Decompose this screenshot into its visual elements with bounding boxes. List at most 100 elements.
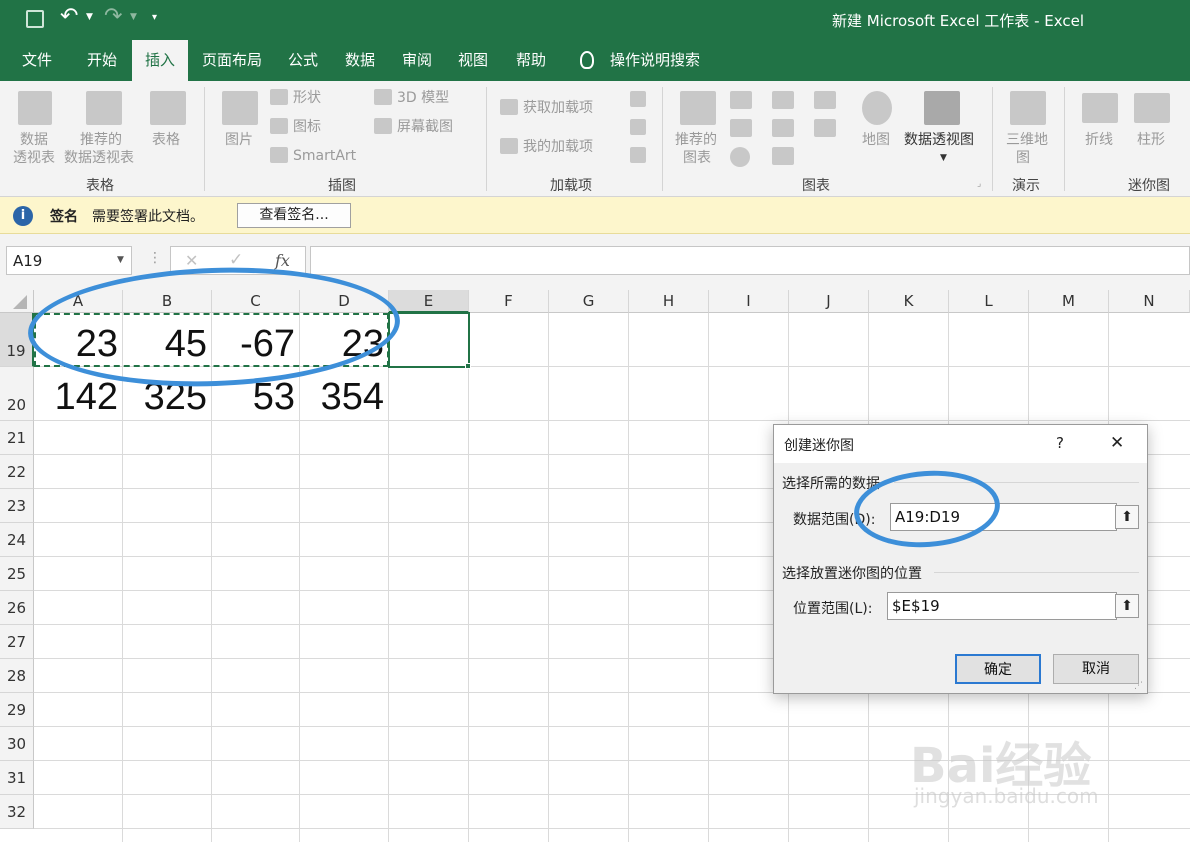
people-graph-icon[interactable] — [630, 147, 646, 163]
model-3d-button[interactable]: 3D 模型 — [397, 89, 449, 107]
screenshot-button[interactable]: 屏幕截图 — [397, 118, 453, 136]
row-header-27[interactable]: 27 — [0, 625, 34, 659]
pivot-chart-dropdown-icon[interactable]: ▼ — [940, 153, 947, 163]
column-header-g[interactable]: G — [549, 290, 629, 313]
sparkline-column-button[interactable]: 柱形 — [1137, 131, 1165, 149]
waterfall-chart-icon[interactable] — [814, 91, 836, 109]
cancel-icon[interactable]: ✕ — [185, 251, 198, 270]
sparkline-line-icon — [1082, 93, 1118, 123]
visio-icon[interactable] — [630, 91, 646, 107]
column-header-n[interactable]: N — [1109, 290, 1190, 313]
map-3d-button-line2[interactable]: 图 — [1016, 149, 1030, 167]
column-header-i[interactable]: I — [709, 290, 789, 313]
table-button[interactable]: 表格 — [152, 131, 180, 149]
map-chart-button[interactable]: 地图 — [862, 131, 890, 149]
column-header-e[interactable]: E — [389, 290, 469, 313]
view-signatures-button[interactable]: 查看签名... — [237, 203, 351, 228]
column-chart-icon[interactable] — [730, 91, 752, 109]
tab-review[interactable]: 审阅 — [402, 40, 432, 81]
my-addins-button[interactable]: 我的加载项 — [523, 138, 593, 156]
line-chart-icon[interactable] — [730, 119, 752, 137]
scatter-chart-icon[interactable] — [772, 147, 794, 165]
message-bar: i 签名 需要签署此文档。 查看签名... — [0, 197, 1190, 234]
fill-handle[interactable] — [465, 363, 471, 369]
column-header-l[interactable]: L — [949, 290, 1029, 313]
combo-chart-icon[interactable] — [814, 119, 836, 137]
recommended-charts-button-line2[interactable]: 图表 — [683, 149, 711, 167]
recommended-pivot-button[interactable]: 推荐的 — [80, 131, 122, 149]
pivot-table-button-line2[interactable]: 透视表 — [13, 149, 55, 167]
column-header-m[interactable]: M — [1029, 290, 1109, 313]
undo-icon[interactable]: ↶ — [60, 4, 78, 29]
cancel-button[interactable]: 取消 — [1053, 654, 1139, 684]
row-header-21[interactable]: 21 — [0, 421, 34, 455]
row-header-30[interactable]: 30 — [0, 727, 34, 761]
get-addins-button[interactable]: 获取加载项 — [523, 99, 593, 117]
collapse-dialog-icon[interactable]: ⬆ — [1115, 594, 1139, 618]
select-all-triangle-icon — [13, 295, 27, 309]
pivot-table-icon — [18, 91, 52, 125]
recommended-pivot-icon — [86, 91, 122, 125]
tab-file[interactable]: 文件 — [22, 40, 52, 81]
resize-grip-icon[interactable]: ⋰ — [1134, 681, 1143, 691]
pictures-button[interactable]: 图片 — [225, 131, 253, 149]
tell-me-search[interactable]: 操作说明搜索 — [610, 40, 700, 81]
column-header-h[interactable]: H — [629, 290, 709, 313]
column-header-j[interactable]: J — [789, 290, 869, 313]
tab-data[interactable]: 数据 — [345, 40, 375, 81]
tab-view[interactable]: 视图 — [458, 40, 488, 81]
row-header-31[interactable]: 31 — [0, 761, 34, 795]
row-header-23[interactable]: 23 — [0, 489, 34, 523]
name-box[interactable]: A19 ▼ — [6, 246, 132, 275]
ribbon-separator — [662, 87, 663, 191]
ribbon-insert: 数据 透视表 推荐的 数据透视表 表格 表格 图片 形状 图标 SmartArt… — [0, 81, 1190, 197]
redo-icon[interactable]: ↷ — [104, 4, 122, 29]
recommended-pivot-button-line2[interactable]: 数据透视表 — [64, 149, 134, 167]
row-header-24[interactable]: 24 — [0, 523, 34, 557]
cell-d20[interactable]: 354 — [300, 377, 384, 417]
tab-page-layout[interactable]: 页面布局 — [202, 40, 262, 81]
row-header-25[interactable]: 25 — [0, 557, 34, 591]
ok-button[interactable]: 确定 — [955, 654, 1041, 684]
row-header-22[interactable]: 22 — [0, 455, 34, 489]
active-cell-e19[interactable] — [388, 312, 470, 368]
hierarchy-chart-icon[interactable] — [772, 91, 794, 109]
tab-home[interactable]: 开始 — [87, 40, 117, 81]
cell-a20[interactable]: 142 — [34, 377, 118, 417]
smartart-button[interactable]: SmartArt — [293, 147, 356, 165]
baidu-watermark-url: jingyan.baidu.com — [914, 784, 1099, 808]
shapes-button[interactable]: 形状 — [293, 89, 321, 107]
row-header-28[interactable]: 28 — [0, 659, 34, 693]
customize-arrow-icon[interactable]: ▾ — [152, 12, 157, 23]
map-3d-button[interactable]: 三维地 — [1006, 131, 1048, 149]
stat-chart-icon[interactable] — [772, 119, 794, 137]
row-header-32[interactable]: 32 — [0, 795, 34, 829]
recommended-charts-button[interactable]: 推荐的 — [675, 131, 717, 149]
dialog-launcher-icon[interactable]: ⌟ — [977, 179, 981, 189]
group-label-tours: 演示 — [1012, 178, 1040, 194]
row-header-26[interactable]: 26 — [0, 591, 34, 625]
name-box-dropdown-icon[interactable]: ▼ — [117, 255, 124, 265]
collapse-dialog-icon[interactable]: ⬆ — [1115, 505, 1139, 529]
formula-input[interactable] — [310, 246, 1190, 275]
help-button[interactable]: ? — [1056, 434, 1064, 452]
icons-button[interactable]: 图标 — [293, 118, 321, 136]
pivot-table-button[interactable]: 数据 — [20, 131, 48, 149]
bing-maps-icon[interactable] — [630, 119, 646, 135]
redo-dropdown-icon[interactable]: ▼ — [130, 12, 137, 22]
column-header-f[interactable]: F — [469, 290, 549, 313]
pie-chart-icon[interactable] — [730, 147, 750, 167]
close-icon[interactable]: ✕ — [1110, 433, 1124, 453]
location-range-input[interactable]: $E$19 — [887, 592, 1117, 620]
row-header-20[interactable]: 20 — [0, 367, 34, 421]
save-icon[interactable] — [26, 10, 44, 28]
column-header-k[interactable]: K — [869, 290, 949, 313]
row-header-29[interactable]: 29 — [0, 693, 34, 727]
tab-insert[interactable]: 插入 — [132, 40, 188, 81]
pivot-chart-button[interactable]: 数据透视图 — [904, 131, 974, 149]
sparkline-line-button[interactable]: 折线 — [1085, 131, 1113, 149]
tab-formulas[interactable]: 公式 — [288, 40, 318, 81]
undo-dropdown-icon[interactable]: ▼ — [86, 12, 93, 22]
tab-help[interactable]: 帮助 — [516, 40, 546, 81]
insert-function-icon[interactable]: fx — [275, 251, 290, 270]
